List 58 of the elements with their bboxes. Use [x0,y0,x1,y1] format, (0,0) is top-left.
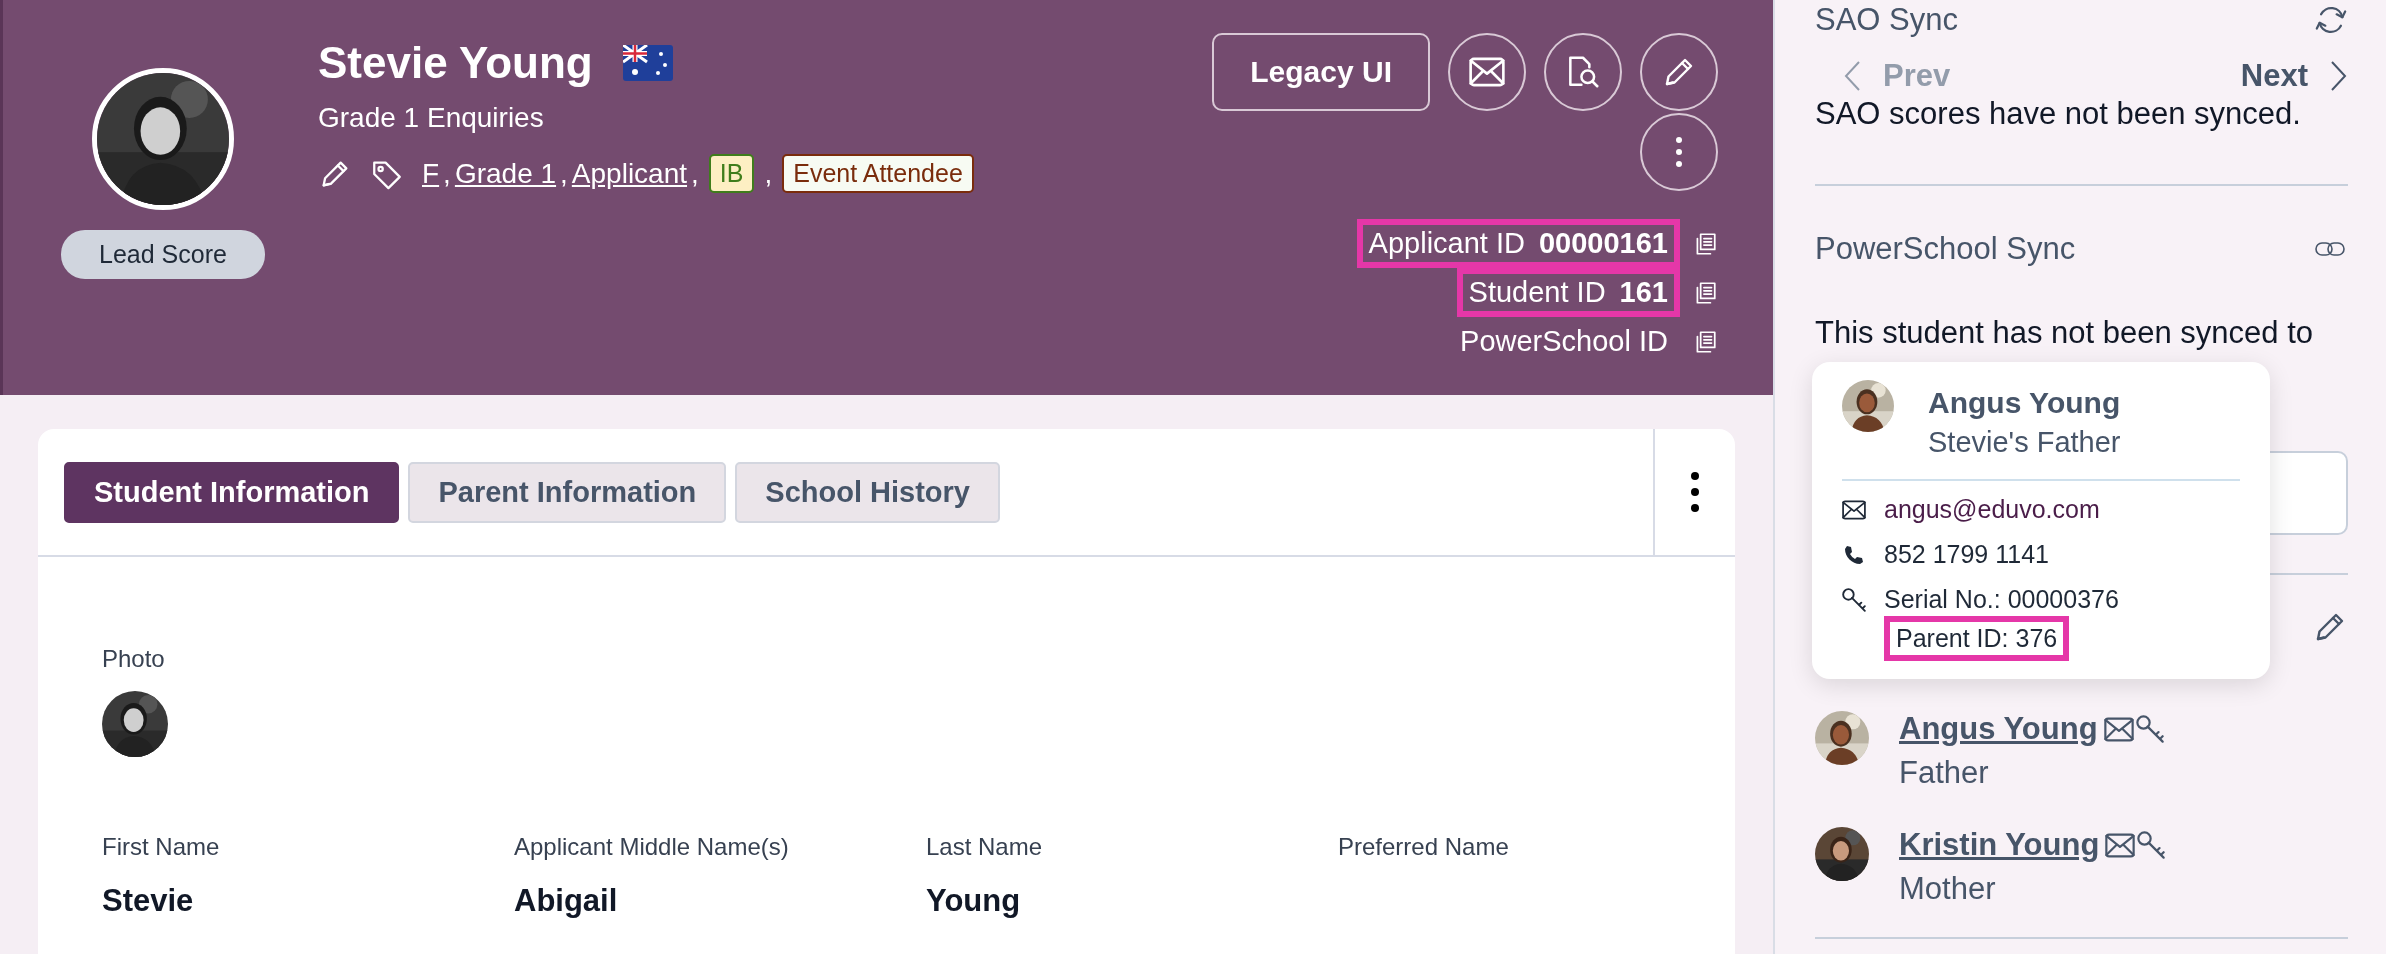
kebab-icon [1674,135,1684,169]
field-label: Preferred Name [1338,833,1510,861]
email-link[interactable]: angus@eduvo.com [1884,495,2100,524]
section-title: PowerSchool Sync [1815,231,2076,267]
legacy-ui-button[interactable]: Legacy UI [1212,33,1430,111]
field-value: Young [926,883,1022,919]
parent-name: Angus Young [1928,386,2121,420]
key-icon [2137,831,2166,859]
tab[interactable]: School History [735,461,1000,523]
tab[interactable]: Student Information [64,461,400,523]
tab[interactable]: Parent Information [408,461,727,523]
student-name: Stevie Young [318,38,593,88]
tag-link[interactable]: Applicant [571,157,688,190]
key-icon [2135,715,2164,743]
sync-message: This student has not been synced to [1815,315,2315,351]
id-label: PowerSchool ID [1459,324,1669,359]
sync-message: SAO scores have not been synced. [1815,96,2302,132]
field-label: Photo [102,645,166,673]
parent-relation: Mother [1899,871,1997,907]
tag-link[interactable]: F [422,157,440,190]
id-label: Student ID 161 [1456,268,1680,317]
chevron-left-icon [1843,60,1861,92]
key-icon [1842,587,1866,612]
tag-badge: Event Attendee [782,154,974,193]
document-search-button[interactable] [1544,33,1622,111]
comma: , [691,157,699,190]
phone-number: 852 1799 1141 [1884,540,2049,569]
envelope-icon [1842,499,1866,520]
kebab-icon [1690,470,1700,514]
flag-icon [622,45,673,81]
lead-score-button[interactable]: Lead Score [61,230,265,279]
parent-link[interactable]: Kristin Young [1899,827,2100,863]
parent-id: Parent ID: 376 [1884,616,2070,661]
tag-badge: IB [708,154,755,193]
parent-relation: Stevie's Father [1928,426,2121,459]
next-button[interactable]: Next [2240,58,2348,94]
subtitle: Grade 1 Enquiries [318,102,545,134]
serial-number: Serial No.: 00000376 [1884,585,2119,614]
id-label: Applicant ID 00000161 [1356,219,1680,268]
field-label: First Name [102,833,221,861]
field-value: Abigail [514,883,619,919]
email-button[interactable] [1448,33,1526,111]
envelope-icon [2105,832,2136,858]
envelope-icon [1469,56,1505,88]
field-label: Applicant Middle Name(s) [514,833,790,861]
comma: , [443,157,451,190]
section-title: SAO Sync [1815,2,1958,38]
comma: , [560,157,568,190]
chevron-right-icon [2330,60,2348,92]
field-value: Stevie [102,883,195,919]
envelope-icon [2103,716,2134,742]
field-label: Last Name [926,833,1044,861]
comma: , [764,157,773,190]
parent-relation: Father [1899,755,1990,791]
more-button[interactable] [1690,470,1700,514]
tag-link[interactable]: Grade 1 [454,157,557,190]
parent-link[interactable]: Angus Young [1899,711,2098,747]
edit-button[interactable] [1640,33,1718,111]
